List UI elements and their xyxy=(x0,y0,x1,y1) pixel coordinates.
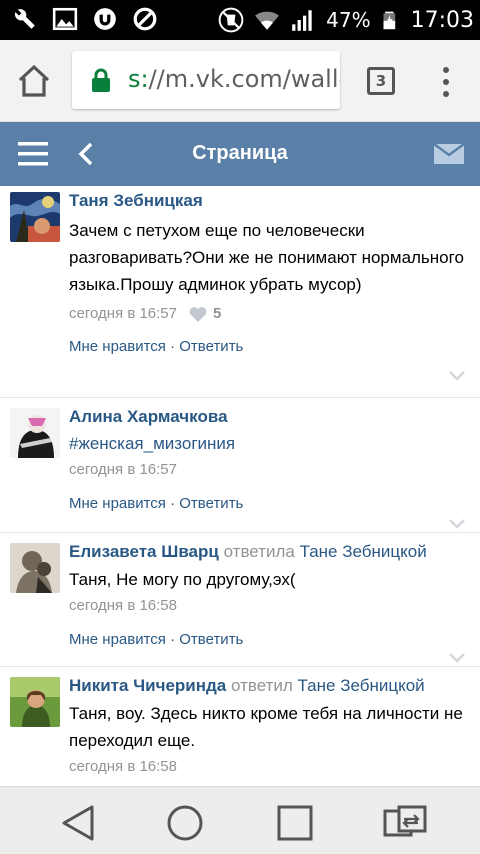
signal-icon xyxy=(292,10,312,31)
comment-item: Алина Хармачкова #женская_мизогиния сего… xyxy=(0,398,480,533)
comment-actions[interactable]: Мне нравится · Ответить xyxy=(69,630,470,650)
back-triangle-icon[interactable] xyxy=(58,803,98,843)
mail-icon[interactable] xyxy=(434,142,464,166)
comment-text: Таня, Не могу по другому,эх( xyxy=(69,570,296,589)
comment-author[interactable]: Елизавета Шварц xyxy=(69,542,219,561)
likes-number: 5 xyxy=(213,305,222,322)
comment-author[interactable]: Алина Хармачкова xyxy=(69,407,228,426)
comment-actions[interactable]: Мне нравится · Ответить xyxy=(69,337,470,357)
comment-author-line: Алина Хармачкова xyxy=(69,406,470,428)
dual-window-icon[interactable] xyxy=(382,803,428,843)
chevron-down-icon[interactable] xyxy=(448,518,466,530)
comment-text: Зачем с петухом еще по человечески разго… xyxy=(69,221,464,294)
comment-meta: сегодня в 16:58 xyxy=(69,596,470,616)
url-path: //m.vk.com/wall- xyxy=(148,65,340,93)
home-icon[interactable] xyxy=(16,64,52,98)
lock-icon xyxy=(92,68,110,92)
vpn-icon xyxy=(94,8,116,30)
mute-icon xyxy=(218,7,244,33)
comment-time[interactable]: сегодня в 16:58 xyxy=(69,757,177,777)
likes-count[interactable]: 5 xyxy=(189,304,221,324)
comment-actions[interactable]: Мне нравится · Ответить xyxy=(69,494,470,514)
app-header: Страница xyxy=(0,122,480,186)
reply-verb: ответила xyxy=(223,542,295,561)
url-scheme: s: xyxy=(128,65,149,93)
recent-apps-icon[interactable] xyxy=(275,803,315,843)
avatar[interactable] xyxy=(10,677,60,727)
page-title: Страница xyxy=(192,142,288,164)
comment-time[interactable]: сегодня в 16:57 xyxy=(69,304,177,324)
battery-charging-icon xyxy=(383,11,395,30)
comment-hashtag[interactable]: #женская_мизогиния xyxy=(69,430,470,457)
comment-meta: сегодня в 16:58 xyxy=(69,757,470,777)
system-navigation-bar xyxy=(0,786,480,854)
chevron-down-icon[interactable] xyxy=(448,370,466,382)
reply-to-link[interactable]: Тане Зебницкой xyxy=(298,676,425,695)
tabs-button[interactable]: 3 xyxy=(367,67,395,95)
comment-item: Таня Зебницкая Зачем с петухом еще по че… xyxy=(0,186,480,398)
url-text[interactable]: s://m.vk.com/wall- xyxy=(128,65,340,93)
battery-percent: 47% xyxy=(326,8,371,32)
comment-text: Таня, воу. Здесь никто кроме тебя на лич… xyxy=(69,704,463,750)
comments-list: Таня Зебницкая Зачем с петухом еще по че… xyxy=(0,186,480,786)
wrench-icon xyxy=(14,9,35,29)
status-bar: 47% 17:03 xyxy=(0,0,480,40)
address-bar[interactable]: s://m.vk.com/wall- xyxy=(72,51,340,109)
reply-to-link[interactable]: Тане Зебницкой xyxy=(300,542,427,561)
comment-author-line: Елизавета Шварц ответила Тане Зебницкой xyxy=(69,541,470,563)
clock: 17:03 xyxy=(410,7,474,33)
comment-author-line: Таня Зебницкая xyxy=(69,190,470,212)
comment-item: Елизавета Шварц ответила Тане Зебницкой … xyxy=(0,533,480,667)
image-icon xyxy=(52,7,78,31)
avatar[interactable] xyxy=(10,192,60,242)
avatar[interactable] xyxy=(10,543,60,593)
home-circle-icon[interactable] xyxy=(165,803,205,843)
heart-icon xyxy=(189,307,207,322)
comment-meta: сегодня в 16:57 xyxy=(69,460,470,480)
comment-author[interactable]: Никита Чичеринда xyxy=(69,676,226,695)
comment-meta: сегодня в 16:57 5 xyxy=(69,304,470,324)
comment-author-line: Никита Чичеринда ответил Тане Зебницкой xyxy=(69,675,470,697)
blocked-icon xyxy=(133,7,157,31)
reply-verb: ответил xyxy=(231,676,293,695)
browser-toolbar: s://m.vk.com/wall- 3 xyxy=(0,40,480,122)
comment-item: Никита Чичеринда ответил Тане Зебницкой … xyxy=(0,667,480,786)
wifi-icon xyxy=(255,11,280,30)
comment-author[interactable]: Таня Зебницкая xyxy=(69,191,203,210)
overflow-menu-icon[interactable] xyxy=(436,64,456,100)
comment-time[interactable]: сегодня в 16:57 xyxy=(69,460,177,480)
comment-time[interactable]: сегодня в 16:58 xyxy=(69,596,177,616)
avatar[interactable] xyxy=(10,408,60,458)
chevron-down-icon[interactable] xyxy=(448,652,466,664)
